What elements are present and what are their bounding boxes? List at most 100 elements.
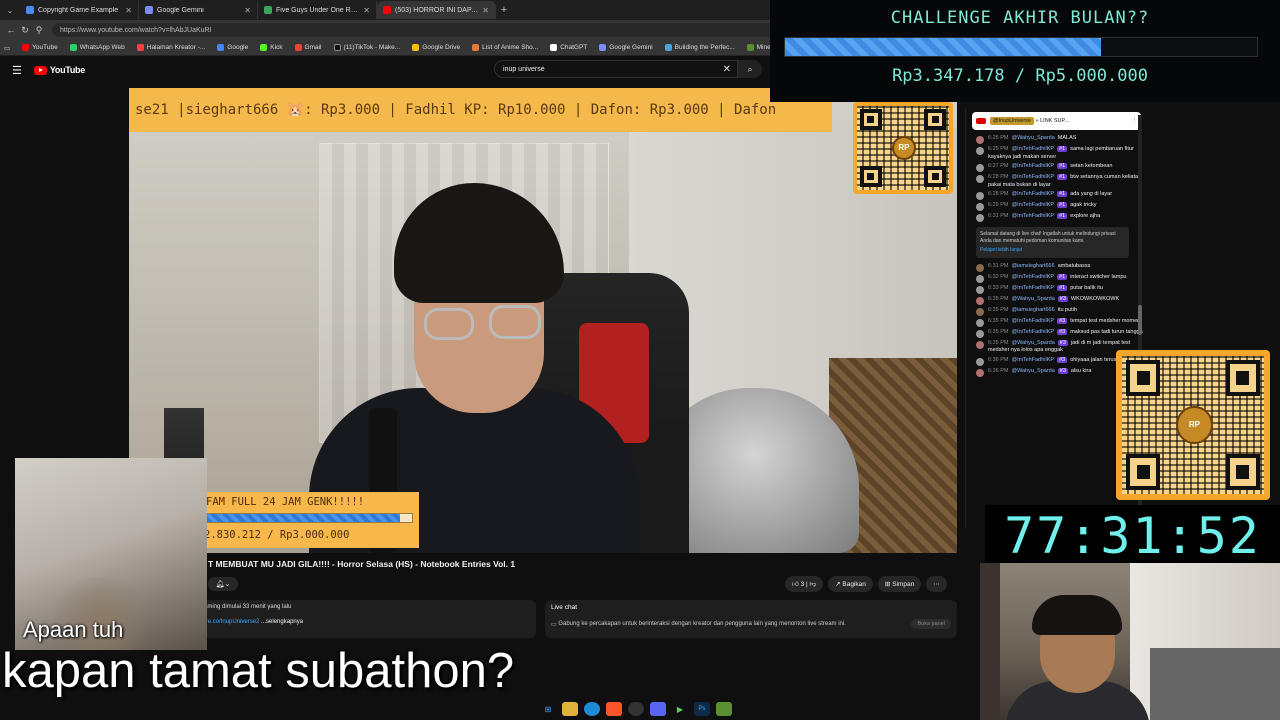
chat-username: @iamsieghart666: [1011, 306, 1055, 313]
bookmark-gemini[interactable]: Google Gemini: [599, 44, 653, 51]
chat-message[interactable]: 6:32 PM @IniTehFadhilKP #1 interact switche…: [966, 273, 1147, 284]
share-button[interactable]: ↗ Bagikan: [828, 576, 873, 592]
bookmark-whatsapp[interactable]: WhatsApp Web: [69, 44, 125, 51]
bookmark-google[interactable]: Google: [217, 44, 248, 51]
chat-message-body: 6:32 PM @IniTehFadhilKP #1 interact switche…: [988, 273, 1126, 282]
avatar: [976, 263, 984, 272]
bookmark-chatgpt[interactable]: ChatGPT: [550, 44, 587, 51]
search-icon: ⌕: [747, 63, 753, 74]
member-badge: #1: [1057, 163, 1068, 169]
browser-tab[interactable]: Copyright Game Example ✕: [20, 1, 139, 19]
bookmark-google-drive[interactable]: Google Drive: [412, 44, 460, 51]
pinned-message[interactable]: @InupUniverse » LINK SUP... ⋮: [972, 112, 1141, 130]
hamburger-menu-icon[interactable]: ☰: [12, 64, 22, 77]
thumbs-down-icon[interactable]: 👎︎: [810, 580, 817, 588]
windows-start-icon[interactable]: ⊞: [540, 702, 556, 716]
chat-message[interactable]: 6:29 PM @IniTehFadhilKP #1 agak tricky: [966, 201, 1147, 212]
bookmark-kick[interactable]: Kick: [260, 44, 283, 51]
bookmark-building[interactable]: Building the Perfec...: [664, 44, 735, 51]
bookmark-anime-list[interactable]: List of Anime Sho...: [472, 44, 538, 51]
learn-more-link[interactable]: Pelajari lebih lanjut: [980, 247, 1125, 254]
notification-bell-button[interactable]: 🔔︎ ⌄: [208, 577, 238, 591]
address-bar[interactable]: https://www.youtube.com/watch?v=lhAbJUaK…: [52, 23, 792, 37]
bookmark-halaman-kreator[interactable]: Halaman Kreator -...: [136, 44, 205, 51]
more-actions-icon[interactable]: ⋯: [926, 576, 947, 592]
bookmark-label: ChatGPT: [560, 44, 588, 51]
media-player-icon[interactable]: ▶: [672, 702, 688, 716]
google-icon: [217, 44, 225, 51]
browser-tab[interactable]: Google Gemini ✕: [139, 1, 258, 19]
close-tab-icon[interactable]: ✕: [363, 6, 370, 15]
chat-message[interactable]: 6:33 PM @IniTehFadhilKP #1 putar balik itu: [966, 284, 1147, 295]
member-badge: #1: [1057, 146, 1068, 152]
back-icon[interactable]: ←: [4, 25, 18, 35]
close-tab-icon[interactable]: ✕: [482, 6, 489, 15]
bookmark-youtube[interactable]: YouTube: [22, 44, 58, 51]
qr-logo-badge: RP: [1175, 405, 1213, 445]
chat-timestamp: 6:35 PM: [988, 295, 1009, 302]
chat-message[interactable]: 6:28 PM @IniTehFadhilKP #1 btw setannya cum…: [966, 173, 1147, 190]
video-player[interactable]: [129, 88, 957, 553]
reload-icon[interactable]: ↻: [18, 25, 32, 36]
video-title: T MEMBUAT MU JADI GILA!!!! - Horror Sela…: [208, 559, 516, 569]
chat-message[interactable]: 6:35 PM @IniTehFadhilKP #3 tempat test meds…: [966, 317, 1147, 328]
chat-message[interactable]: 6:31 PM @iamsieghart666 ambatubasss: [966, 262, 1147, 273]
donation-ticker: se21 |sieghart666 🐹: Rp3.000 | Fadhil KP…: [129, 88, 832, 132]
like-button[interactable]: 👍︎ 3 | 👎︎: [785, 576, 824, 592]
chat-message-body: 6:35 PM @IniTehFadhilKP #3 maksud pas tadi …: [988, 328, 1143, 337]
browser-tab[interactable]: Five Guys Under One Roof - Goog ✕: [258, 1, 377, 19]
youtube-logo[interactable]: YouTube: [33, 65, 85, 75]
clear-search-icon[interactable]: ✕: [723, 64, 731, 75]
bookmark-label: List of Anime Sho...: [482, 44, 539, 51]
qr-pattern: RP: [1122, 356, 1264, 494]
new-tab-icon[interactable]: +: [496, 4, 512, 16]
site-info-icon[interactable]: ⚲: [32, 25, 46, 36]
chat-username: @IniTehFadhilKP: [1011, 317, 1055, 324]
live-subtitle: kapan tamat subathon?: [2, 644, 515, 698]
scrollbar-thumb[interactable]: [1138, 305, 1142, 335]
bookmark-label: Kick: [270, 44, 283, 51]
qr-finder: [1225, 454, 1260, 490]
file-explorer-icon[interactable]: [562, 702, 578, 716]
close-tab-icon[interactable]: ✕: [244, 6, 251, 15]
live-chat-card-title: Live chat: [551, 604, 578, 611]
qr-pattern: RP: [857, 106, 949, 190]
obs-icon[interactable]: [628, 702, 644, 716]
gmail-icon: [294, 44, 302, 51]
save-button[interactable]: ⊞ Simpan: [877, 576, 922, 592]
brave-browser-icon[interactable]: [606, 702, 622, 716]
member-badge: #1: [1057, 202, 1068, 208]
chat-message[interactable]: 6:25 PM @Wahyu_Sparda MALAS: [966, 134, 1147, 145]
live-chat-card: Live chat ▭ Gabung ke percakapan untuk b…: [545, 600, 957, 638]
bookmarks-menu-icon[interactable]: ▭: [4, 44, 10, 52]
tab-title: (503) HORROR INI DAPAT ME: [395, 6, 480, 14]
more-options-icon[interactable]: ⋮: [1132, 118, 1138, 124]
video-description[interactable]: aming dimulai 33 menit yang lalu tre.co/…: [196, 600, 536, 638]
chat-message[interactable]: 6:25 PM @IniTehFadhilKP #1 sama lagi pembar…: [966, 145, 1147, 162]
chat-timestamp: 6:25 PM: [988, 146, 1009, 152]
chat-message[interactable]: 6:35 PM @iamsieghart666 itu putih: [966, 306, 1147, 317]
bookmark-gmail[interactable]: Gmail: [294, 44, 322, 51]
close-tab-icon[interactable]: ✕: [125, 6, 132, 15]
open-chat-panel-button[interactable]: Buka panel: [911, 619, 951, 629]
chat-message[interactable]: 6:27 PM @IniTehFadhilKP #1 setan ketombean: [966, 162, 1147, 173]
search-button[interactable]: ⌕: [738, 60, 762, 78]
browser-tab-active[interactable]: (503) HORROR INI DAPAT ME ✕: [377, 1, 496, 19]
thumbs-up-icon: 👍︎: [792, 581, 801, 588]
show-more-link[interactable]: ...selengkapnya: [261, 619, 303, 625]
bookmark-tiktok[interactable]: (11)TikTok - Make...: [333, 44, 400, 51]
tab-search-icon[interactable]: ⌄: [0, 0, 20, 20]
description-link[interactable]: tre.co/InupUniverse2: [204, 619, 259, 625]
chat-message[interactable]: 6:35 PM @Wahyu_Sparda #3 WKOWKOWKOWK: [966, 295, 1147, 306]
edge-browser-icon[interactable]: [584, 702, 600, 716]
qr-logo-badge: RP: [891, 136, 916, 160]
chat-message[interactable]: 6:35 PM @IniTehFadhilKP #3 maksud pas tadi …: [966, 328, 1147, 339]
donation-qr-code-large: RP: [1116, 350, 1270, 500]
discord-icon[interactable]: [650, 702, 666, 716]
chat-username: @IniTehFadhilKP: [1011, 174, 1055, 180]
minecraft-launcher-icon[interactable]: [716, 702, 732, 716]
chat-message[interactable]: 6:31 PM @IniTehFadhilKP #1 explore ajha: [966, 212, 1147, 223]
photoshop-icon[interactable]: Ps: [694, 702, 710, 716]
search-input[interactable]: inup universe ✕: [494, 60, 738, 78]
chat-message[interactable]: 6:28 PM @IniTehFadhilKP #1 ada yang di laya…: [966, 190, 1147, 201]
